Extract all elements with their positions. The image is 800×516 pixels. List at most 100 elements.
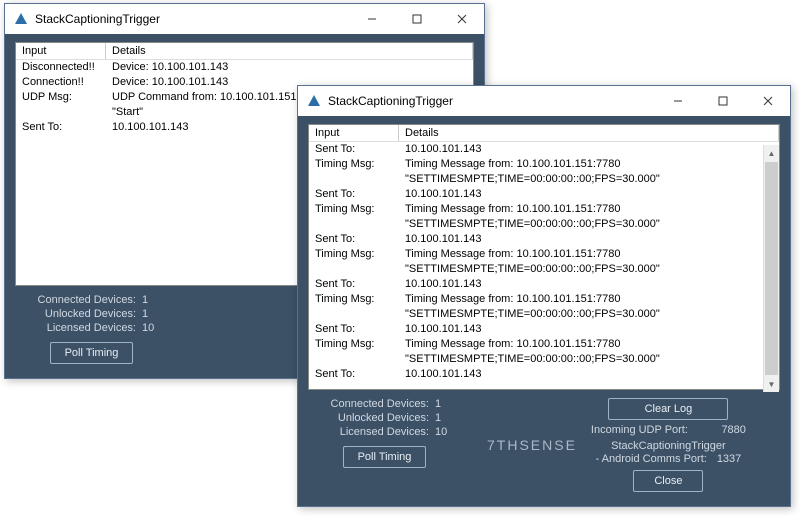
log-cell-details: Timing Message from: 10.100.101.151:7780 — [399, 157, 763, 172]
licensed-devices-label: Licensed Devices: — [314, 426, 429, 438]
udp-port-value: 7880 — [721, 424, 745, 436]
close-window-button[interactable] — [745, 86, 790, 116]
unlocked-devices-label: Unlocked Devices: — [21, 308, 136, 320]
device-stats: Connected Devices: 1 Unlocked Devices: 1 L… — [21, 294, 162, 364]
connected-devices-value: 1 — [142, 294, 162, 306]
log-row[interactable]: "SETTIMESMPTE;TIME=00:00:00::00;FPS=30.0… — [309, 307, 763, 322]
log-row[interactable]: Sent To:10.100.101.143 — [309, 277, 763, 292]
log-cell-input: Timing Msg: — [309, 337, 399, 352]
log-row[interactable]: Timing Msg:Timing Message from: 10.100.1… — [309, 337, 763, 352]
close-window-button[interactable] — [439, 4, 484, 34]
poll-timing-button[interactable]: Poll Timing — [50, 342, 134, 364]
column-input[interactable]: Input — [16, 43, 106, 59]
poll-timing-button[interactable]: Poll Timing — [343, 446, 427, 468]
log-cell-details: "SETTIMESMPTE;TIME=00:00:00::00;FPS=30.0… — [399, 307, 763, 322]
close-button[interactable]: Close — [633, 470, 703, 492]
android-port-value: 1337 — [717, 453, 741, 466]
log-row[interactable]: "SETTIMESMPTE;TIME=00:00:00::00;FPS=30.0… — [309, 172, 763, 187]
licensed-devices-label: Licensed Devices: — [21, 322, 136, 334]
log-cell-details: "SETTIMESMPTE;TIME=00:00:00::00;FPS=30.0… — [399, 262, 763, 277]
log-cell-input: Sent To: — [309, 277, 399, 292]
log-cell-input: Sent To: — [16, 120, 106, 135]
log-cell-input: Timing Msg: — [309, 247, 399, 262]
log-header: Input Details — [16, 43, 473, 60]
log-cell-details: "SETTIMESMPTE;TIME=00:00:00::00;FPS=30.0… — [399, 352, 763, 367]
log-cell-input — [309, 262, 399, 277]
log-row[interactable]: Timing Msg:Timing Message from: 10.100.1… — [309, 202, 763, 217]
window-title: StackCaptioningTrigger — [35, 12, 349, 26]
log-cell-details: "SETTIMESMPTE;TIME=00:00:00::00;FPS=30.0… — [399, 172, 763, 187]
licensed-devices-value: 10 — [435, 426, 455, 438]
log-header: Input Details — [309, 125, 779, 142]
log-row[interactable]: "SETTIMESMPTE;TIME=00:00:00::00;FPS=30.0… — [309, 217, 763, 232]
log-cell-details: Timing Message from: 10.100.101.151:7780 — [399, 202, 763, 217]
log-cell-details: Timing Message from: 10.100.101.151:7780 — [399, 247, 763, 262]
log-cell-input: Sent To: — [309, 367, 399, 382]
log-cell-input: Disconnected!! — [16, 60, 106, 75]
log-cell-input: Timing Msg: — [309, 202, 399, 217]
minimize-button[interactable] — [349, 4, 394, 34]
log-cell-details: 10.100.101.143 — [399, 367, 763, 382]
log-row[interactable]: Sent To:10.100.101.143 — [309, 322, 763, 337]
titlebar[interactable]: StackCaptioningTrigger — [5, 4, 484, 34]
log-cell-details: Timing Message from: 10.100.101.151:7780 — [399, 337, 763, 352]
log-row[interactable]: Sent To:10.100.101.143 — [309, 367, 763, 382]
unlocked-devices-label: Unlocked Devices: — [314, 412, 429, 424]
scroll-thumb[interactable] — [765, 162, 778, 375]
scrollbar[interactable]: ▲ ▼ — [763, 145, 779, 392]
clear-log-button[interactable]: Clear Log — [608, 398, 728, 420]
log-row[interactable]: Timing Msg:Timing Message from: 10.100.1… — [309, 292, 763, 307]
log-cell-input: Sent To: — [309, 232, 399, 247]
licensed-devices-value: 10 — [142, 322, 162, 334]
window-front: StackCaptioningTrigger Input Details Sen… — [297, 85, 791, 507]
unlocked-devices-value: 1 — [435, 412, 455, 424]
column-input[interactable]: Input — [309, 125, 399, 141]
log-cell-details: 10.100.101.143 — [399, 187, 763, 202]
log-cell-input: Timing Msg: — [309, 157, 399, 172]
log-row[interactable]: "SETTIMESMPTE;TIME=00:00:00::00;FPS=30.0… — [309, 352, 763, 367]
log-cell-input: Timing Msg: — [309, 292, 399, 307]
log-cell-input — [16, 105, 106, 120]
log-cell-details: Timing Message from: 10.100.101.151:7780 — [399, 292, 763, 307]
log-row[interactable]: Timing Msg:Timing Message from: 10.100.1… — [309, 247, 763, 262]
connected-devices-label: Connected Devices: — [21, 294, 136, 306]
maximize-button[interactable] — [700, 86, 745, 116]
app-icon — [306, 93, 322, 109]
log-panel: Input Details Sent To:10.100.101.143Timi… — [308, 124, 780, 390]
log-row[interactable]: Sent To:10.100.101.143 — [309, 232, 763, 247]
column-details[interactable]: Details — [399, 125, 779, 141]
log-row[interactable]: Sent To:10.100.101.143 — [309, 187, 763, 202]
minimize-button[interactable] — [655, 86, 700, 116]
connected-devices-value: 1 — [435, 398, 455, 410]
log-cell-input — [309, 217, 399, 232]
log-cell-details: 10.100.101.143 — [399, 232, 763, 247]
titlebar[interactable]: StackCaptioningTrigger — [298, 86, 790, 116]
column-details[interactable]: Details — [106, 43, 473, 59]
scroll-up-icon[interactable]: ▲ — [764, 145, 779, 161]
log-cell-input: Sent To: — [309, 322, 399, 337]
log-row[interactable]: Disconnected!!Device: 10.100.101.143 — [16, 60, 473, 75]
android-port-label: - Android Comms Port: — [596, 453, 707, 466]
scroll-down-icon[interactable]: ▼ — [764, 376, 779, 392]
brand-logo: 7THSENSE — [487, 437, 577, 453]
log-cell-input: Connection!! — [16, 75, 106, 90]
log-cell-details: 10.100.101.143 — [399, 322, 763, 337]
app-icon — [13, 11, 29, 27]
log-row[interactable]: "SETTIMESMPTE;TIME=00:00:00::00;FPS=30.0… — [309, 262, 763, 277]
log-cell-input — [309, 352, 399, 367]
maximize-button[interactable] — [394, 4, 439, 34]
log-cell-input: Sent To: — [309, 142, 399, 157]
log-cell-input — [309, 172, 399, 187]
log-body[interactable]: Sent To:10.100.101.143Timing Msg:Timing … — [309, 142, 779, 389]
log-cell-input — [309, 307, 399, 322]
device-stats: Connected Devices:1 Unlocked Devices:1 L… — [314, 398, 455, 468]
log-cell-input: Sent To: — [309, 187, 399, 202]
log-cell-details: Device: 10.100.101.143 — [106, 60, 473, 75]
log-row[interactable]: Timing Msg:Timing Message from: 10.100.1… — [309, 157, 763, 172]
log-cell-details: "SETTIMESMPTE;TIME=00:00:00::00;FPS=30.0… — [399, 217, 763, 232]
app-name-line: StackCaptioningTrigger — [596, 440, 742, 453]
log-cell-details: 10.100.101.143 — [399, 142, 763, 157]
log-row[interactable]: Sent To:10.100.101.143 — [309, 142, 763, 157]
udp-port-label: Incoming UDP Port: — [591, 424, 688, 436]
unlocked-devices-value: 1 — [142, 308, 162, 320]
